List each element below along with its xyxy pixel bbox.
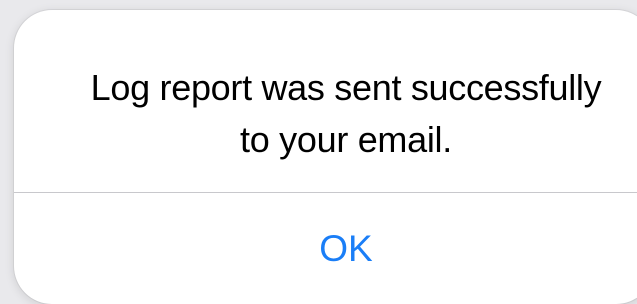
- ok-button[interactable]: OK: [14, 193, 637, 304]
- ok-button-label: OK: [319, 227, 373, 269]
- alert-dialog: Log report was sent successfully to your…: [14, 10, 637, 304]
- alert-message-line1: Log report was sent successfully: [90, 67, 602, 108]
- alert-message: Log report was sent successfully to your…: [14, 62, 637, 166]
- alert-message-line2: to your email.: [240, 119, 452, 160]
